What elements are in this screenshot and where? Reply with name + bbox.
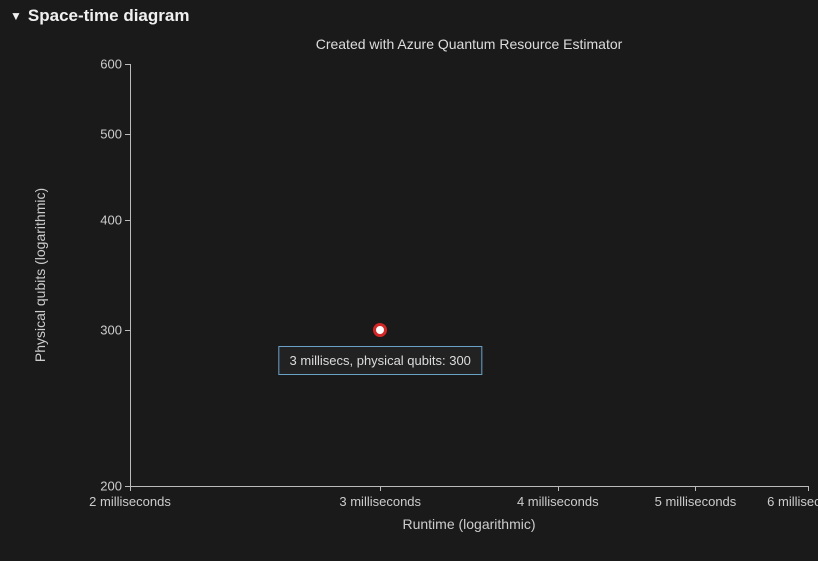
collapse-triangle-icon: ▼	[10, 9, 22, 23]
x-tick-label: 4 milliseconds	[517, 494, 599, 509]
x-axis-title: Runtime (logarithmic)	[402, 516, 535, 532]
x-tick-label: 3 milliseconds	[339, 494, 421, 509]
x-tick-mark	[130, 486, 131, 491]
x-tick-label: 2 milliseconds	[89, 494, 171, 509]
x-tick-label: 5 milliseconds	[655, 494, 737, 509]
x-tick-mark	[380, 486, 381, 491]
data-point[interactable]	[373, 323, 387, 337]
data-point-tooltip: 3 millisecs, physical qubits: 300	[279, 346, 482, 375]
y-tick-label: 600	[100, 57, 122, 72]
x-tick-label: 6 milliseconds	[767, 494, 818, 509]
y-tick-label: 200	[100, 479, 122, 494]
x-tick-mark	[558, 486, 559, 491]
chart-title: Created with Azure Quantum Resource Esti…	[316, 36, 623, 52]
x-tick-mark	[808, 486, 809, 491]
y-tick-label: 300	[100, 323, 122, 338]
section-header[interactable]: ▼ Space-time diagram	[10, 6, 808, 26]
y-tick-mark	[125, 134, 130, 135]
x-tick-mark	[695, 486, 696, 491]
y-tick-label: 500	[100, 127, 122, 142]
y-axis-line	[130, 64, 131, 486]
y-tick-mark	[125, 330, 130, 331]
spacetime-chart[interactable]: Created with Azure Quantum Resource Esti…	[10, 30, 808, 550]
y-axis-title: Physical qubits (logarithmic)	[32, 188, 48, 362]
y-tick-mark	[125, 220, 130, 221]
section-title: Space-time diagram	[28, 6, 190, 26]
y-tick-label: 400	[100, 212, 122, 227]
y-tick-mark	[125, 64, 130, 65]
x-axis-line	[130, 486, 808, 487]
